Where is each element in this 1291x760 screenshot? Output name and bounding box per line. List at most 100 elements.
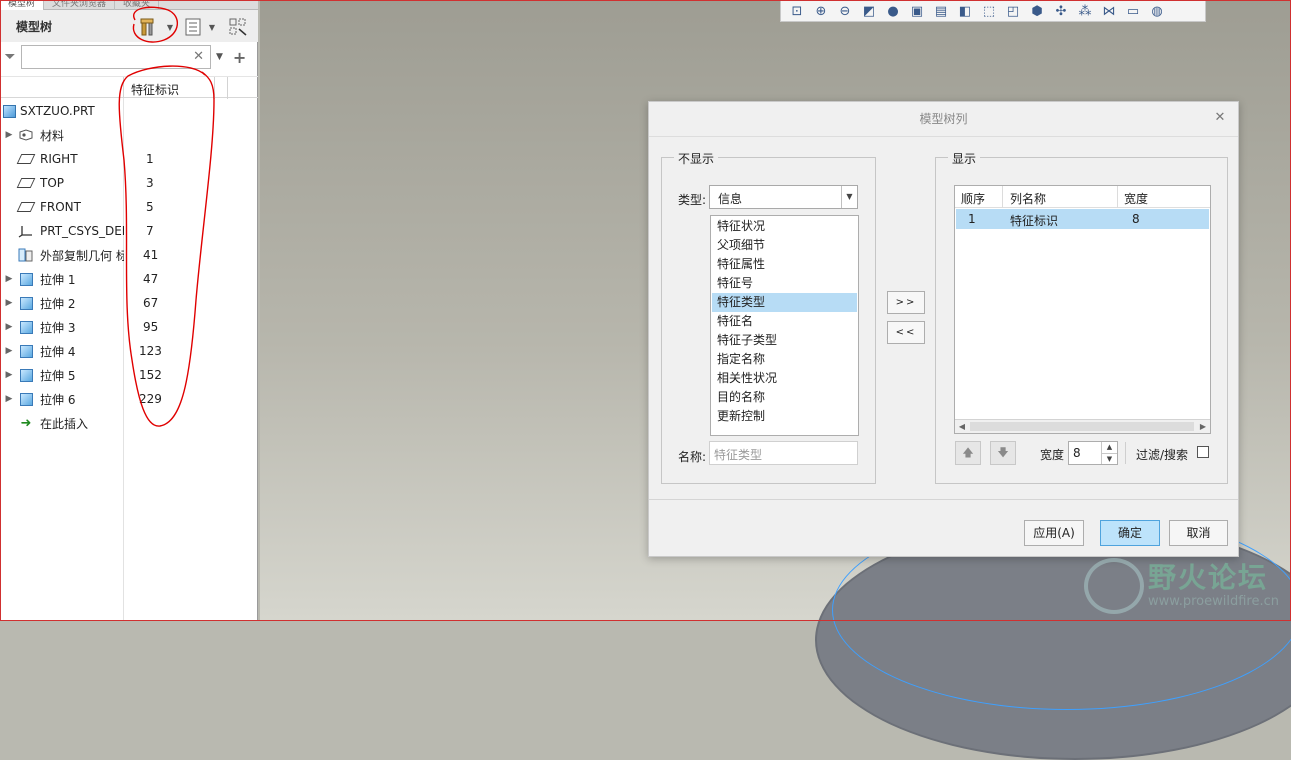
tree-row[interactable]: FRONT 5 [0, 195, 258, 219]
list-item[interactable]: 特征号 [712, 274, 857, 293]
tree-row[interactable]: ▶ 材料 [0, 123, 258, 147]
feature-id-cell: 5 [146, 200, 154, 214]
list-item[interactable]: 指定名称 [712, 350, 857, 369]
type-select[interactable]: 信息 ▼ [709, 185, 858, 209]
tree-row[interactable]: TOP 3 [0, 171, 258, 195]
search-dropdown-icon[interactable]: ▼ [216, 52, 223, 62]
list-item[interactable]: 更新控制 [712, 407, 857, 426]
expand-arrow-icon[interactable]: ▶ [2, 274, 16, 284]
header-column-name[interactable]: 列名称 [1010, 190, 1046, 207]
scroll-right-icon[interactable]: ▶ [1196, 420, 1210, 433]
scroll-left-icon[interactable]: ◀ [955, 420, 969, 433]
feature-id-cell: 67 [143, 296, 159, 310]
saved-views-icon[interactable]: ▣ [907, 2, 927, 20]
list-item[interactable]: 特征子类型 [712, 331, 857, 350]
tab-folder-browser[interactable]: 文件夹浏览器 [44, 0, 116, 10]
add-icon[interactable]: + [233, 48, 246, 67]
list-item[interactable]: 特征属性 [712, 255, 857, 274]
display-style-icon[interactable]: ● [883, 2, 903, 20]
axis-display-icon[interactable]: ⋈ [1099, 2, 1119, 20]
close-icon[interactable]: ✕ [1212, 110, 1228, 126]
model-tree-columns-dialog: 模型树列 ✕ 不显示 显示 类型: 信息 ▼ 特征状况 父项细节 特征属性 特征号 特征… [648, 101, 1239, 557]
list-item[interactable]: 特征类型 [712, 293, 857, 312]
show-list-icon[interactable] [182, 16, 204, 38]
tree-row[interactable]: ▶ 拉伸 1 47 [0, 267, 258, 291]
settings-dropdown-icon[interactable]: ▼ [165, 16, 175, 38]
arrow-down-icon: 🡇 [997, 446, 1009, 459]
increment-icon[interactable]: ▲ [1101, 442, 1117, 453]
panel-tabs: 模型树 文件夹浏览器 收藏夹 [0, 0, 258, 10]
annotation-display-icon[interactable]: ◰ [1003, 2, 1023, 20]
tree-row[interactable]: ▶ 拉伸 5 152 [0, 363, 258, 387]
expand-arrow-icon[interactable]: ▶ [2, 394, 16, 404]
shown-group-label: 显示 [948, 150, 981, 167]
tree-row-label: 拉伸 6 [40, 392, 76, 407]
chevron-down-icon[interactable]: ▼ [841, 186, 857, 208]
tree-row[interactable]: ▶ 拉伸 3 95 [0, 315, 258, 339]
cancel-button[interactable]: 取消 [1169, 520, 1228, 546]
zoom-in-icon[interactable]: ⊕ [811, 2, 831, 20]
point-display-icon[interactable]: ⁂ [1075, 2, 1095, 20]
header-width[interactable]: 宽度 [1124, 190, 1148, 207]
zoom-out-icon[interactable]: ⊖ [835, 2, 855, 20]
refit-icon[interactable]: ⊡ [787, 2, 807, 20]
orient-icon[interactable]: ⬢ [1027, 2, 1047, 20]
list-item[interactable]: 目的名称 [712, 388, 857, 407]
add-column-button[interactable]: >> [887, 291, 925, 314]
tree-row[interactable]: PRT_CSYS_DEF 7 [0, 219, 258, 243]
show-dropdown-icon[interactable]: ▼ [207, 16, 217, 38]
expand-arrow-icon[interactable]: ▶ [2, 322, 16, 332]
available-columns-list[interactable]: 特征状况 父项细节 特征属性 特征号 特征类型 特征名 特征子类型 指定名称 相关性状况 目的名称… [710, 215, 859, 436]
column-feature-id[interactable]: 特征标识 [131, 81, 179, 98]
perspective-icon[interactable]: ◧ [955, 2, 975, 20]
tree-row-label: 外部复制几何 标 [40, 248, 124, 263]
width-stepper[interactable]: 8 ▲ ▼ [1068, 441, 1118, 465]
remove-column-button[interactable]: << [887, 321, 925, 344]
datum-display-icon[interactable]: ⬚ [979, 2, 999, 20]
tree-row[interactable]: ▶ 拉伸 6 229 [0, 387, 258, 411]
apply-button[interactable]: 应用(A) [1024, 520, 1084, 546]
settings-tools-icon[interactable] [136, 16, 160, 38]
tree-row[interactable]: 外部复制几何 标 41 [0, 243, 258, 267]
csys-display-icon[interactable]: ✣ [1051, 2, 1071, 20]
filter-search-checkbox[interactable] [1197, 446, 1209, 458]
tree-row[interactable]: ➜ 在此插入 [0, 411, 258, 435]
horizontal-scrollbar[interactable]: ◀ ▶ [955, 419, 1210, 433]
part-icon [0, 103, 18, 119]
tree-row[interactable]: ▶ 拉伸 2 67 [0, 291, 258, 315]
expand-arrow-icon[interactable]: ▶ [2, 346, 16, 356]
ok-button[interactable]: 确定 [1100, 520, 1160, 546]
move-up-button[interactable]: 🡅 [955, 441, 981, 465]
shown-columns-table[interactable]: 顺序 列名称 宽度 1 特征标识 8 ◀ ▶ [954, 185, 1211, 434]
tree-row[interactable]: ▶ 拉伸 4 123 [0, 339, 258, 363]
name-input[interactable]: 特征类型 [709, 441, 858, 465]
expand-arrow-icon[interactable]: ▶ [2, 370, 16, 380]
tree-row-label: RIGHT [40, 152, 78, 166]
expand-arrow-icon[interactable]: ▶ [2, 130, 16, 140]
spin-center-icon[interactable]: ▭ [1123, 2, 1143, 20]
watermark-url: www.proewildfire.cn [1148, 594, 1279, 609]
tab-favorites[interactable]: 收藏夹 [115, 0, 160, 10]
list-item[interactable]: 特征状况 [712, 217, 857, 236]
view-manager-icon[interactable]: ▤ [931, 2, 951, 20]
funnel-icon[interactable]: ⏷ [1, 49, 19, 65]
tree-row-label: PRT_CSYS_DEF [40, 224, 124, 238]
appearance-icon[interactable]: ◍ [1147, 2, 1167, 20]
tree-filter-icon[interactable] [227, 16, 249, 38]
decrement-icon[interactable]: ▼ [1101, 453, 1117, 464]
list-item[interactable]: 特征名 [712, 312, 857, 331]
move-down-button[interactable]: 🡇 [990, 441, 1016, 465]
list-item[interactable]: 相关性状况 [712, 369, 857, 388]
table-row[interactable]: 1 特征标识 8 [956, 209, 1209, 229]
clear-icon[interactable]: ✕ [193, 49, 204, 64]
header-order[interactable]: 顺序 [961, 190, 985, 207]
list-item[interactable]: 父项细节 [712, 236, 857, 255]
feature-id-cell: 123 [139, 344, 162, 358]
tab-model-tree[interactable]: 模型树 [0, 0, 45, 10]
tree-root[interactable]: SXTZUO.PRT [0, 99, 258, 123]
model-tree-panel: 模型树 文件夹浏览器 收藏夹 模型树 ▼ ▼ ⏷ ✕ ▼ + 特征标识 SXTZ… [0, 0, 258, 621]
repaint-icon[interactable]: ◩ [859, 2, 879, 20]
tree-row[interactable]: RIGHT 1 [0, 147, 258, 171]
expand-arrow-icon[interactable]: ▶ [2, 298, 16, 308]
tree-search-input[interactable]: ✕ [21, 45, 211, 69]
